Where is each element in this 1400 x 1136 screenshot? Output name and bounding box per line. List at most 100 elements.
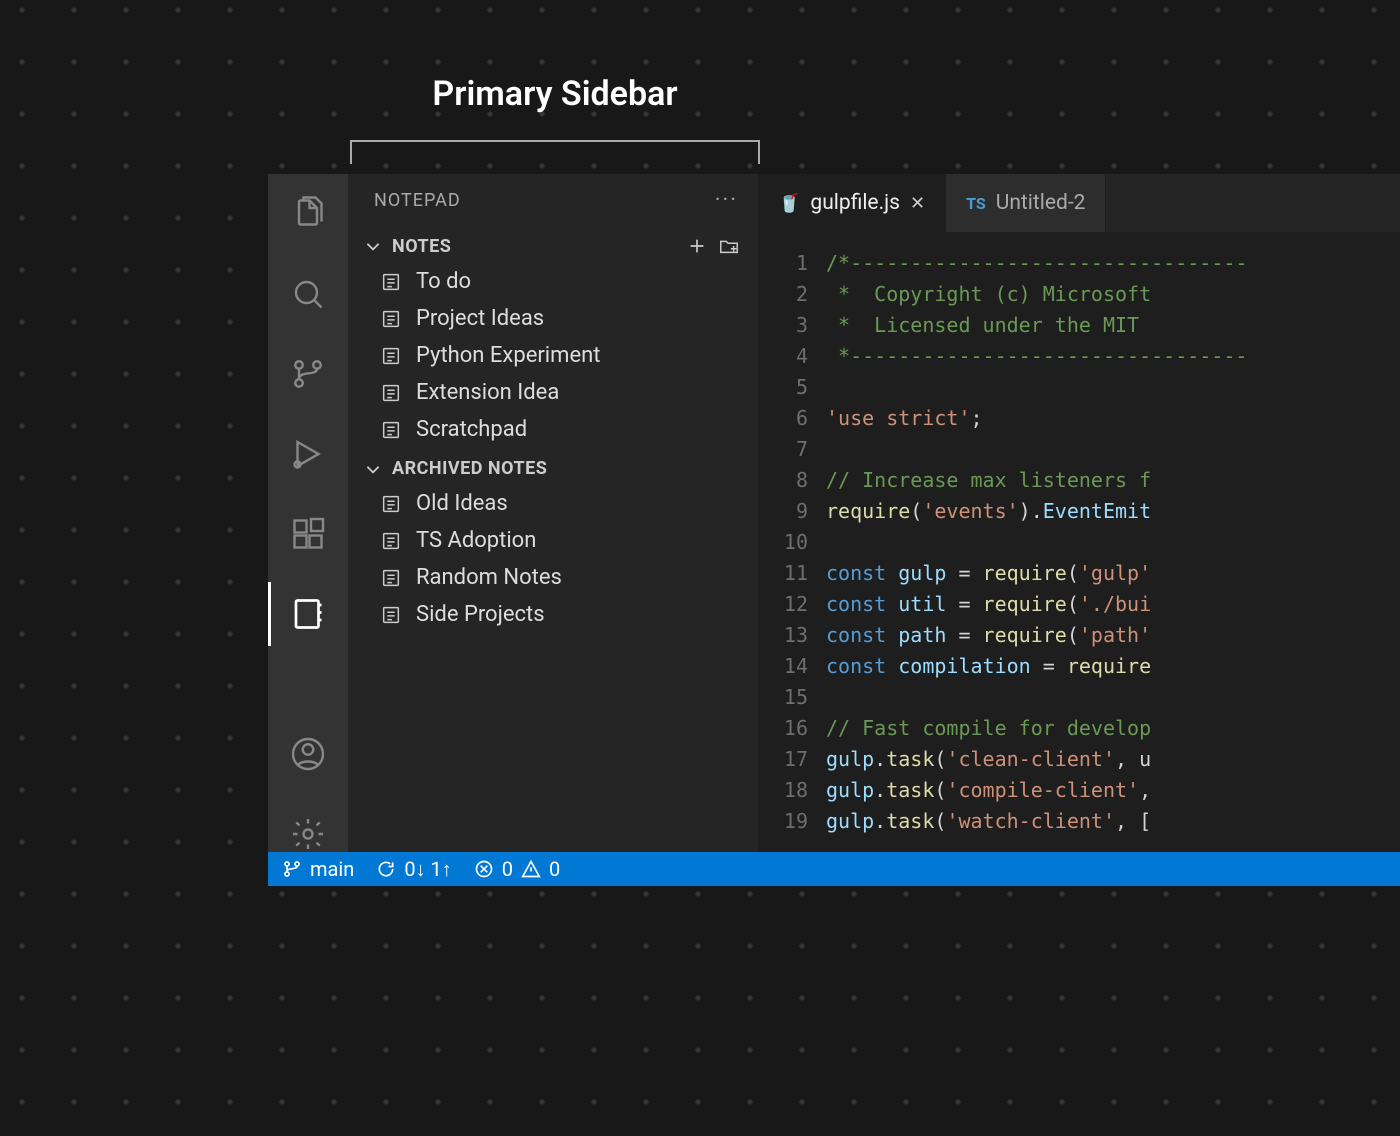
activity-account[interactable] — [268, 714, 348, 794]
code-line — [826, 682, 1247, 713]
vscode-window: NOTEPAD ··· NOTES To do Project Ideas Pyth… — [268, 174, 1400, 884]
code-line — [826, 434, 1247, 465]
note-item[interactable]: To do — [348, 263, 758, 300]
branch-icon — [282, 859, 302, 879]
note-label: Project Ideas — [416, 306, 544, 331]
warning-icon — [521, 859, 541, 879]
editor-area: 🥤 gulpfile.js ✕ TS Untitled-2 1234567891… — [758, 174, 1400, 884]
line-number: 17 — [758, 744, 808, 775]
line-number: 6 — [758, 403, 808, 434]
account-icon — [290, 736, 326, 772]
line-number: 4 — [758, 341, 808, 372]
line-number: 7 — [758, 434, 808, 465]
note-item[interactable]: Side Projects — [348, 596, 758, 633]
sync-text: 0↓ 1↑ — [404, 857, 451, 882]
note-item[interactable]: Python Experiment — [348, 337, 758, 374]
line-number: 9 — [758, 496, 808, 527]
add-icon[interactable] — [686, 235, 708, 257]
line-number: 12 — [758, 589, 808, 620]
section-archived-title: ARCHIVED NOTES — [392, 458, 547, 479]
annotation-label: Primary Sidebar — [350, 74, 760, 114]
section-archived: ARCHIVED NOTES Old Ideas TS Adoption Rando… — [348, 448, 758, 633]
line-number: 8 — [758, 465, 808, 496]
gear-icon — [290, 816, 326, 852]
activity-extensions[interactable] — [268, 494, 348, 574]
error-count: 0 — [502, 857, 513, 881]
sidebar-more-icon[interactable]: ··· — [715, 188, 738, 213]
line-number: 11 — [758, 558, 808, 589]
gulp-icon: 🥤 — [778, 193, 800, 214]
extensions-icon — [290, 516, 326, 552]
activity-source-control[interactable] — [268, 334, 348, 414]
files-icon — [290, 196, 326, 232]
code-line: gulp.task('watch-client', [ — [826, 806, 1247, 837]
section-notes-title: NOTES — [392, 236, 451, 257]
sidebar-header: NOTEPAD ··· — [348, 174, 758, 225]
section-archived-header[interactable]: ARCHIVED NOTES — [348, 448, 758, 485]
line-number: 5 — [758, 372, 808, 403]
code-area[interactable]: 12345678910111213141516171819 /*--------… — [758, 232, 1400, 884]
annotation-bracket — [350, 140, 760, 164]
status-errors[interactable]: 0 0 — [474, 857, 561, 881]
sync-icon — [376, 859, 396, 879]
note-label: Python Experiment — [416, 343, 600, 368]
close-icon[interactable]: ✕ — [910, 193, 925, 214]
code-line — [826, 527, 1247, 558]
status-branch[interactable]: main — [282, 857, 354, 881]
branch-icon — [290, 356, 326, 392]
status-sync[interactable]: 0↓ 1↑ — [376, 857, 451, 882]
note-label: Random Notes — [416, 565, 562, 590]
line-number: 15 — [758, 682, 808, 713]
code-line: // Increase max listeners f — [826, 465, 1247, 496]
note-item[interactable]: Random Notes — [348, 559, 758, 596]
sidebar-title: NOTEPAD — [374, 190, 461, 211]
line-gutter: 12345678910111213141516171819 — [758, 232, 826, 884]
typescript-icon: TS — [966, 194, 986, 213]
code-line: gulp.task('compile-client', — [826, 775, 1247, 806]
code-line: const path = require('path' — [826, 620, 1247, 651]
activity-bar — [268, 174, 348, 884]
notes-list: To do Project Ideas Python Experiment Exten… — [348, 263, 758, 448]
archived-list: Old Ideas TS Adoption Random Notes Side Pro… — [348, 485, 758, 633]
activity-search[interactable] — [268, 254, 348, 334]
activity-run-debug[interactable] — [268, 414, 348, 494]
note-label: Old Ideas — [416, 491, 508, 516]
code-line: const util = require('./bui — [826, 589, 1247, 620]
tab-untitled[interactable]: TS Untitled-2 — [946, 174, 1106, 232]
line-number: 19 — [758, 806, 808, 837]
note-label: Scratchpad — [416, 417, 527, 442]
note-label: To do — [416, 269, 471, 294]
chevron-down-icon — [364, 460, 382, 478]
note-item[interactable]: Extension Idea — [348, 374, 758, 411]
line-number: 3 — [758, 310, 808, 341]
code-line: /*--------------------------------- — [826, 248, 1247, 279]
line-number: 10 — [758, 527, 808, 558]
activity-notepad[interactable] — [268, 574, 348, 654]
section-notes-header[interactable]: NOTES — [348, 225, 758, 263]
tabs: 🥤 gulpfile.js ✕ TS Untitled-2 — [758, 174, 1400, 232]
note-item[interactable]: Scratchpad — [348, 411, 758, 448]
tab-label: Untitled-2 — [996, 191, 1086, 215]
line-number: 16 — [758, 713, 808, 744]
error-icon — [474, 859, 494, 879]
new-folder-icon[interactable] — [718, 235, 740, 257]
code-line: // Fast compile for develop — [826, 713, 1247, 744]
line-number: 2 — [758, 279, 808, 310]
note-item[interactable]: TS Adoption — [348, 522, 758, 559]
line-number: 14 — [758, 651, 808, 682]
notebook-icon — [290, 596, 326, 632]
code-line: 'use strict'; — [826, 403, 1247, 434]
note-label: Side Projects — [416, 602, 545, 627]
warning-count: 0 — [549, 857, 560, 881]
chevron-down-icon — [364, 237, 382, 255]
code-content[interactable]: /*--------------------------------- * Co… — [826, 232, 1247, 884]
tab-label: gulpfile.js — [810, 191, 900, 215]
activity-explorer[interactable] — [268, 174, 348, 254]
note-item[interactable]: Old Ideas — [348, 485, 758, 522]
debug-icon — [290, 436, 326, 472]
tab-gulpfile[interactable]: 🥤 gulpfile.js ✕ — [758, 174, 946, 232]
line-number: 18 — [758, 775, 808, 806]
note-item[interactable]: Project Ideas — [348, 300, 758, 337]
code-line: require('events').EventEmit — [826, 496, 1247, 527]
branch-name: main — [310, 857, 354, 881]
